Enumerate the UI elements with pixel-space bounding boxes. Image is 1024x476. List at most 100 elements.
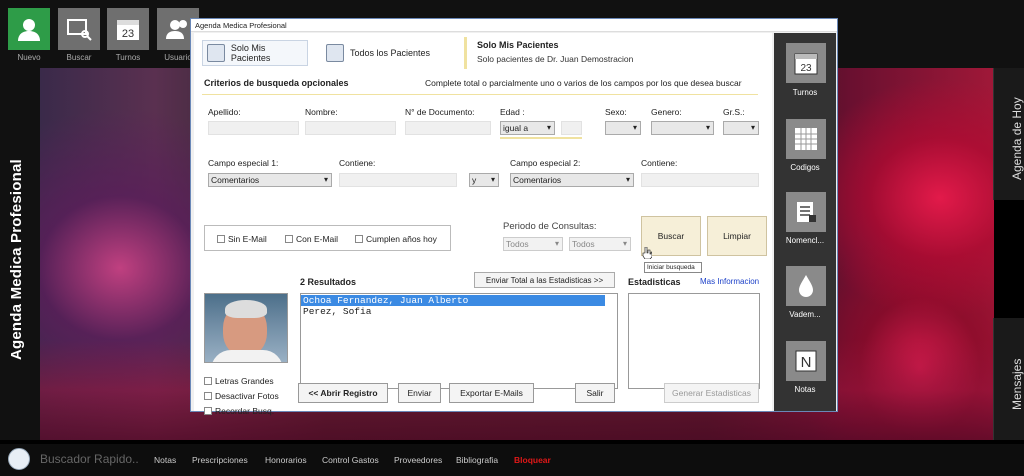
svg-text:23: 23 [122, 28, 134, 40]
sidebar-item-turnos[interactable]: 23 [786, 43, 826, 83]
remember-checkbox[interactable]: Recordar Busq. [204, 406, 274, 416]
info-subtitle: Solo pacientes de Dr. Juan Demostracion [477, 54, 634, 64]
drop-icon [799, 275, 813, 297]
contiene1-label: Contiene: [339, 158, 376, 168]
tab-all-patients[interactable]: Todos los Pacientes [322, 40, 442, 66]
results-list[interactable]: Ochoa Fernandez, Juan Alberto Perez, Sof… [300, 293, 618, 389]
search-window: Agenda Medica Profesional Solo Mis Pacie… [190, 18, 838, 416]
hand-cursor-icon [642, 247, 652, 259]
search-icon [67, 19, 92, 41]
window-title: Agenda Medica Profesional [191, 19, 837, 32]
big-letters-label: Letras Grandes [215, 376, 274, 386]
edad-underline [500, 137, 582, 139]
checkbox-box [217, 235, 225, 243]
edad-operator-select[interactable]: igual a [500, 121, 555, 135]
criteria-title: Criterios de busqueda opcionales [204, 78, 349, 88]
list-item[interactable]: Ochoa Fernandez, Juan Alberto [301, 295, 605, 306]
open-record-button[interactable]: << Abrir Registro [298, 383, 388, 403]
bottom-link-bloquear[interactable]: Bloquear [514, 455, 551, 465]
sidebar-label-vademecum: Vadem... [789, 310, 821, 319]
list-icon [797, 202, 816, 222]
sidebar-label-codigos: Codigos [790, 163, 820, 172]
sidebar-item-codigos[interactable] [786, 119, 826, 159]
info-title: Solo Mis Pacientes [477, 40, 559, 50]
campo2-select[interactable]: Comentarios [510, 173, 634, 187]
no-photos-label: Desactivar Fotos [215, 391, 279, 401]
campo1-select[interactable]: Comentarios [208, 173, 332, 187]
export-emails-button[interactable]: Exportar E-Mails [449, 383, 534, 403]
documento-field[interactable] [405, 121, 491, 135]
patient-photo [204, 293, 288, 363]
messages-tab-label: Mensajes [1010, 358, 1024, 410]
send-to-stats-button[interactable]: Enviar Total a las Estadisticas >> [474, 272, 615, 288]
send-button[interactable]: Enviar [398, 383, 441, 403]
bottom-link-proveedores[interactable]: Proveedores [394, 455, 442, 465]
quick-search-icon[interactable] [8, 448, 30, 470]
agenda-tab-label: Agenda de Hoy [1010, 97, 1024, 180]
contiene2-field[interactable] [641, 173, 759, 187]
calendar-icon: 23 [117, 20, 139, 40]
divider [202, 94, 758, 95]
sidebar-label-nomenclador: Nomencl... [785, 236, 825, 245]
generate-stats-button[interactable]: Generar Estadisticas [664, 383, 759, 403]
sexo-select[interactable] [605, 121, 641, 135]
contiene2-label: Contiene: [641, 158, 678, 168]
search-panel: Solo Mis Pacientes Todos los Pacientes S… [194, 33, 772, 416]
no-photos-checkbox[interactable]: Desactivar Fotos [204, 391, 279, 401]
grid-icon [795, 128, 817, 150]
new-label: Nuevo [17, 53, 41, 62]
remember-label: Recordar Busq. [215, 406, 275, 416]
bottom-link-notas[interactable]: Notas [154, 455, 176, 465]
conjunction-select[interactable]: y [469, 173, 499, 187]
turnos-label: Turnos [115, 53, 141, 62]
limpiar-button[interactable]: Limpiar [707, 216, 767, 256]
nombre-field[interactable] [305, 121, 396, 135]
con-email-label: Con E-Mail [296, 234, 339, 244]
checkbox-box [204, 377, 212, 385]
list-item[interactable]: Perez, Sofia [301, 306, 617, 317]
con-email-checkbox[interactable]: Con E-Mail [285, 234, 338, 244]
email-filter-group: Sin E-Mail Con E-Mail Cumplen años hoy [204, 225, 451, 251]
periodo-to-select[interactable]: Todos [569, 237, 631, 251]
big-letters-checkbox[interactable]: Letras Grandes [204, 376, 274, 386]
tab-my-patients[interactable]: Solo Mis Pacientes [202, 40, 308, 66]
search-button[interactable] [58, 8, 100, 50]
stats-box [628, 293, 760, 389]
exit-button[interactable]: Salir [575, 383, 615, 403]
users-icon [166, 20, 187, 39]
quick-search-input[interactable]: Buscador Rapido.. [40, 452, 139, 466]
tab-my-patients-label: Solo Mis Pacientes [230, 43, 271, 63]
criteria-hint: Complete total o parcialmente uno o vari… [425, 78, 742, 88]
patients-icon [326, 44, 344, 62]
more-info-link[interactable]: Mas Informacion [700, 277, 759, 286]
sin-email-checkbox[interactable]: Sin E-Mail [217, 234, 267, 244]
periodo-from-select[interactable]: Todos [503, 237, 563, 251]
edad-field[interactable] [561, 121, 582, 135]
sidebar-item-nomenclador[interactable] [786, 192, 826, 232]
apellido-field[interactable] [208, 121, 299, 135]
cumple-checkbox[interactable]: Cumplen años hoy [355, 234, 437, 244]
app-side-title: Agenda Medica Profesional [8, 159, 25, 360]
svg-text:23: 23 [800, 63, 812, 74]
info-box: Solo Mis Pacientes Solo pacientes de Dr.… [464, 37, 764, 69]
periodo-label: Periodo de Consultas: [503, 221, 597, 232]
bottom-link-prescripciones[interactable]: Prescripciones [192, 455, 248, 465]
contiene1-field[interactable] [339, 173, 457, 187]
sidebar-item-notas[interactable]: N [786, 341, 826, 381]
photo-shirt [211, 350, 283, 362]
bottom-link-control-gastos[interactable]: Control Gastos [322, 455, 379, 465]
agenda-tab[interactable]: Agenda de Hoy [993, 68, 1024, 200]
stats-label: Estadisticas [628, 277, 681, 287]
bottom-link-bibliografia[interactable]: Bibliografia [456, 455, 498, 465]
search-label: Buscar [66, 53, 92, 62]
turnos-button[interactable]: 23 [107, 8, 149, 50]
window-sidebar: 23 Turnos Codigos Nomencl... Vadem... N … [774, 33, 836, 411]
genero-select[interactable] [651, 121, 714, 135]
sidebar-item-vademecum[interactable] [786, 266, 826, 306]
new-button[interactable] [8, 8, 50, 50]
grs-select[interactable] [723, 121, 759, 135]
svg-text:N: N [801, 354, 812, 371]
bottom-link-honorarios[interactable]: Honorarios [265, 455, 307, 465]
messages-tab[interactable]: Mensajes [993, 318, 1024, 440]
sexo-label: Sexo: [605, 107, 627, 117]
